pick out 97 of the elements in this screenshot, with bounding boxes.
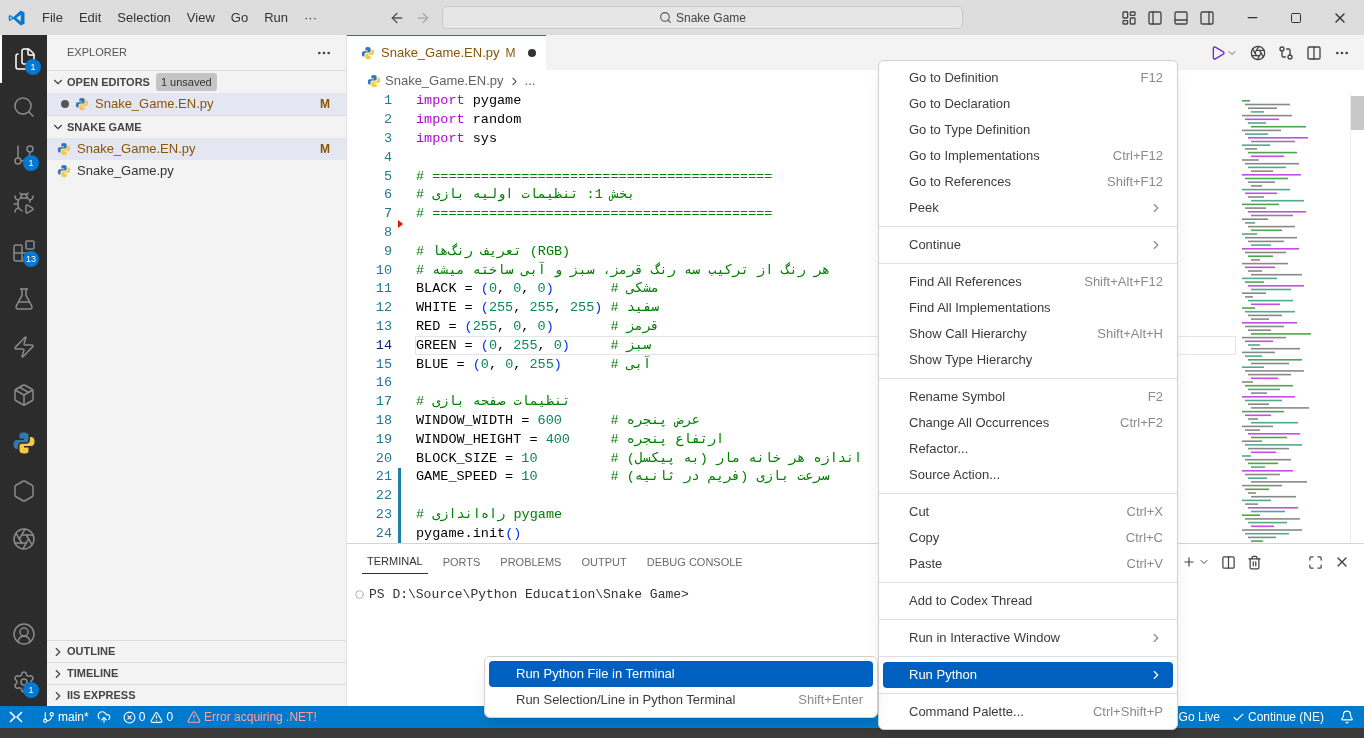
menu-item[interactable]: Go to Type Definition <box>883 117 1173 143</box>
menu-bar-item[interactable]: Edit <box>70 5 110 30</box>
menu-item[interactable]: Find All Implementations <box>883 295 1173 321</box>
line-number: 2 <box>382 112 392 129</box>
count-badge: 13 <box>23 251 39 267</box>
panel-tab[interactable]: PROBLEMS <box>495 550 567 574</box>
branch-button[interactable]: main* <box>38 708 93 726</box>
menu-bar-item[interactable]: View <box>178 5 223 30</box>
menu-item[interactable]: Add to Codex Thread <box>883 588 1173 614</box>
section-header[interactable]: SNAKE GAME <box>47 118 142 136</box>
line-number: 14 <box>374 337 392 354</box>
panel-tab[interactable]: PORTS <box>437 550 486 574</box>
explorer-entry[interactable]: Snake_Game.EN.py M <box>47 138 346 160</box>
menu-item[interactable]: Change All Occurrences Ctrl+F2 <box>883 410 1173 436</box>
section-header[interactable]: OUTLINE <box>47 643 116 660</box>
line-number: 24 <box>374 525 392 542</box>
menu-bar-item[interactable]: ··· <box>296 5 325 30</box>
line-number: 5 <box>382 168 392 185</box>
menu-item[interactable]: Source Action... <box>883 462 1173 488</box>
breadcrumb-item[interactable]: ... <box>524 71 536 91</box>
unsaved-badge: 1 unsaved <box>155 73 217 91</box>
line-number: 20 <box>374 450 392 467</box>
line-number: 10 <box>374 262 392 279</box>
menu-item[interactable]: Go to Declaration <box>883 91 1173 117</box>
menu-bar-item[interactable]: Run <box>256 5 296 30</box>
menu-item[interactable]: Go to Implementations Ctrl+F12 <box>883 143 1173 169</box>
line-number: 19 <box>374 431 392 448</box>
menu-item[interactable]: Refactor... <box>883 436 1173 462</box>
line-number: 9 <box>382 243 392 260</box>
menu-item[interactable]: Show Type Hierarchy <box>883 347 1173 373</box>
line-number: 15 <box>374 356 392 373</box>
line-number: 17 <box>374 394 392 411</box>
search-text: Snake Game <box>675 9 746 27</box>
breadcrumb-item[interactable]: Snake_Game.EN.py <box>385 71 504 91</box>
extensions-button[interactable]: 13 <box>0 227 47 275</box>
line-number: 16 <box>374 375 392 392</box>
code-line: # تعریف رنگ‌ها (RGB) <box>416 243 571 260</box>
explorer-entry[interactable]: Snake_Game.EN.py M <box>47 93 346 115</box>
menu-item[interactable]: Command Palette... Ctrl+Shift+P <box>883 699 1173 725</box>
menu-item[interactable]: Show Call Hierarchy Shift+Alt+H <box>883 321 1173 347</box>
code-line: import random <box>416 112 522 129</box>
code-line: # ========================================== <box>416 168 773 185</box>
line-number: 6 <box>382 187 392 204</box>
count-badge: 1 <box>23 682 39 698</box>
code-line: # تنظیمات صفحه بازی <box>416 394 571 411</box>
menu-item[interactable]: Run in Interactive Window <box>883 625 1173 651</box>
status-item[interactable]: Continue (NE) <box>1225 708 1330 726</box>
menu-item[interactable]: Paste Ctrl+V <box>883 551 1173 577</box>
menu-item[interactable]: Run Selection/Line in Python Terminal Shift+Enter <box>489 687 873 713</box>
line-number: 7 <box>382 206 392 223</box>
menu-item[interactable]: Run Python File in Terminal <box>489 661 873 687</box>
line-number: 8 <box>382 224 392 241</box>
line-number: 12 <box>374 300 392 317</box>
line-number: 11 <box>374 281 392 298</box>
code-line: # راه‌اندازی pygame <box>416 506 563 523</box>
code-line: # ========================================== <box>416 206 773 223</box>
menu-item[interactable]: Rename Symbol F2 <box>883 384 1173 410</box>
line-number: 13 <box>374 318 392 335</box>
editor-tab[interactable]: Snake_Game.EN.py M <box>347 35 546 70</box>
menu-item[interactable]: Run Python <box>883 662 1173 688</box>
code-line: import sys <box>416 131 497 147</box>
line-number: 18 <box>374 412 392 429</box>
menu-item[interactable]: Copy Ctrl+C <box>883 525 1173 551</box>
menu-bar-item[interactable]: Selection <box>109 5 179 30</box>
terminal-prompt: PS D:\Source\Python Education\Snake Game> <box>369 586 689 604</box>
panel-tab[interactable]: OUTPUT <box>576 550 632 574</box>
menu-item[interactable]: Go to Definition F12 <box>883 65 1173 91</box>
line-number: 3 <box>382 131 392 147</box>
problems-button[interactable]: 0 0 <box>114 708 182 726</box>
settings-button[interactable]: 1 <box>0 658 47 706</box>
line-number: 23 <box>374 506 392 523</box>
line-number: 1 <box>382 93 392 110</box>
code-line: # بخش 1: تنظیمات اولیه بازی <box>416 187 636 204</box>
line-number: 21 <box>374 469 392 486</box>
line-number: 22 <box>374 488 392 505</box>
section-header[interactable]: OPEN EDITORS <box>47 73 150 91</box>
menu-bar-item[interactable]: Go <box>222 5 257 30</box>
menu-item[interactable]: Peek <box>883 195 1173 221</box>
menu-item[interactable]: Cut Ctrl+X <box>883 499 1173 525</box>
panel-tab[interactable]: DEBUG CONSOLE <box>641 550 748 574</box>
line-number: 4 <box>382 149 392 166</box>
code-line: # هر رنگ از ترکیب سه رنگ قرمز، سبز و آبی ساخته میشه <box>416 262 831 279</box>
code-line: import pygame <box>416 93 522 110</box>
panel-tab[interactable]: TERMINAL <box>362 550 428 574</box>
count-badge: 1 <box>23 155 39 171</box>
code-line: pygame.init() <box>416 525 522 542</box>
search-field[interactable]: Snake Game <box>442 6 963 29</box>
count-badge: 1 <box>25 59 41 75</box>
section-header[interactable]: TIMELINE <box>47 665 119 682</box>
explorer-entry[interactable]: Snake_Game.py <box>47 160 346 182</box>
menu-bar-item[interactable]: File <box>34 5 71 30</box>
sidebar-title: EXPLORER <box>67 45 128 61</box>
source-control-button[interactable]: 1 <box>0 131 47 179</box>
menu-item[interactable]: Go to References Shift+F12 <box>883 169 1173 195</box>
menu-item[interactable]: Continue <box>883 232 1173 258</box>
menu-item[interactable]: Find All References Shift+Alt+F12 <box>883 269 1173 295</box>
section-header[interactable]: IIS EXPRESS <box>47 687 136 704</box>
